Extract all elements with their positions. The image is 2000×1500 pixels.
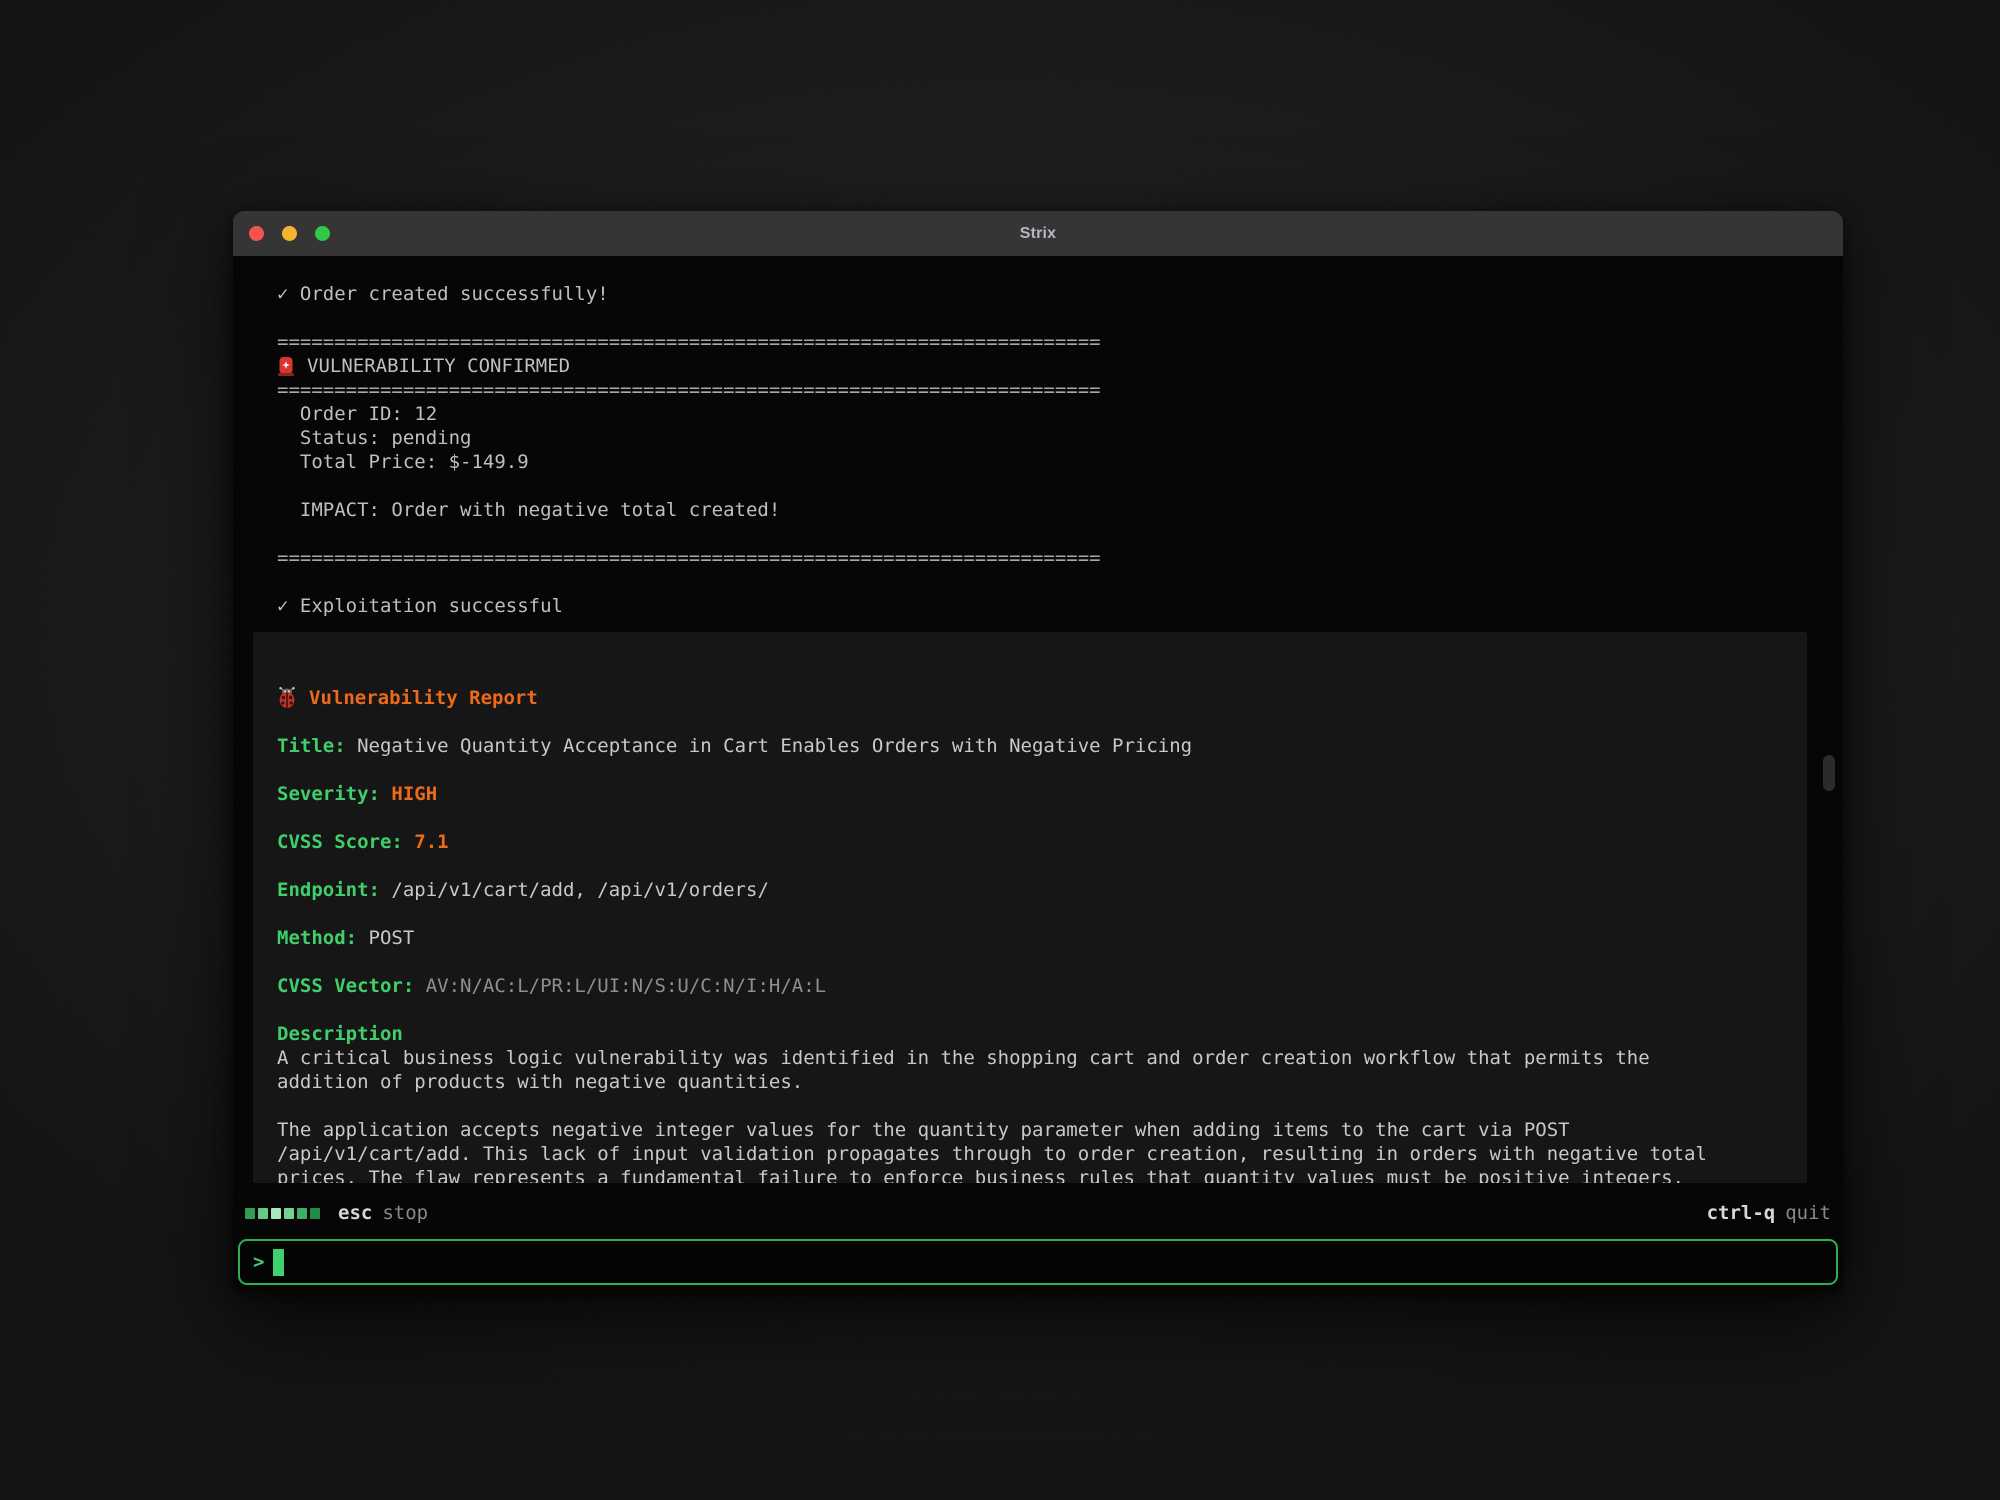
title-label: Title: — [277, 735, 346, 757]
description-paragraph-2: The application accepts negative integer… — [277, 1118, 1783, 1183]
total-price-line: Total Price: $-149.9 — [277, 450, 1843, 474]
report-field-severity: Severity: HIGH — [277, 782, 1783, 806]
window-controls — [249, 211, 330, 256]
report-header: Vulnerability Report — [277, 686, 1783, 710]
cvss-vector-label: CVSS Vector: — [277, 975, 414, 997]
title-value: Negative Quantity Acceptance in Cart Ena… — [346, 735, 1192, 757]
zoom-button[interactable] — [315, 226, 330, 241]
report-field-cvss-vector: CVSS Vector: AV:N/AC:L/PR:L/UI:N/S:U/C:N… — [277, 974, 1783, 998]
status-left: esc stop — [245, 1202, 428, 1224]
cvss-score-value: 7.1 — [403, 831, 449, 853]
cvss-vector-value: AV:N/AC:L/PR:L/UI:N/S:U/C:N/I:H/A:L — [414, 975, 826, 997]
separator-line: ========================================… — [277, 378, 1843, 402]
report-title: Vulnerability Report — [309, 686, 538, 710]
close-button[interactable] — [249, 226, 264, 241]
impact-line: IMPACT: Order with negative total create… — [277, 498, 1843, 522]
report-field-method: Method: POST — [277, 926, 1783, 950]
vulnerability-confirmed-text: VULNERABILITY CONFIRMED — [307, 354, 570, 378]
severity-badge: HIGH — [380, 783, 437, 805]
order-success-line: ✓ Order created successfully! — [277, 282, 1843, 306]
vulnerability-confirmed-line: VULNERABILITY CONFIRMED — [277, 354, 1843, 378]
severity-label: Severity: — [277, 783, 380, 805]
bug-icon — [277, 687, 297, 709]
order-id-line: Order ID: 12 — [277, 402, 1843, 426]
command-input[interactable]: > — [238, 1239, 1838, 1285]
vulnerability-report-panel: Vulnerability Report Title: Negative Qua… — [253, 632, 1807, 1183]
cvss-score-label: CVSS Score: — [277, 831, 403, 853]
report-field-endpoint: Endpoint: /api/v1/cart/add, /api/v1/orde… — [277, 878, 1783, 902]
activity-spinner-icon — [245, 1208, 320, 1219]
esc-action-label: stop — [382, 1202, 428, 1224]
method-label: Method: — [277, 927, 357, 949]
scrollbar-thumb[interactable] — [1823, 755, 1835, 791]
desktop-background: Strix ✓ Order created successfully! ====… — [0, 0, 2000, 1500]
exploitation-success-line: ✓ Exploitation successful — [277, 594, 1843, 618]
report-field-title: Title: Negative Quantity Acceptance in C… — [277, 734, 1783, 758]
report-field-cvss-score: CVSS Score: 7.1 — [277, 830, 1783, 854]
esc-key-hint: esc — [338, 1202, 372, 1224]
quit-key-hint: ctrl-q — [1707, 1202, 1776, 1224]
window-title: Strix — [1020, 225, 1057, 243]
terminal-output: ✓ Order created successfully! ==========… — [233, 256, 1843, 1183]
prompt-symbol: > — [253, 1251, 264, 1273]
order-status-line: Status: pending — [277, 426, 1843, 450]
description-paragraph-1: A critical business logic vulnerability … — [277, 1046, 1783, 1094]
text-cursor — [273, 1249, 284, 1276]
method-value: POST — [357, 927, 414, 949]
endpoint-label: Endpoint: — [277, 879, 380, 901]
siren-icon — [277, 356, 295, 377]
description-heading: Description — [277, 1022, 1783, 1046]
quit-action-label: quit — [1785, 1202, 1831, 1224]
minimize-button[interactable] — [282, 226, 297, 241]
status-bar: esc stop ctrl-q quit — [233, 1195, 1843, 1231]
window-titlebar: Strix — [233, 211, 1843, 256]
separator-line: ========================================… — [277, 330, 1843, 354]
endpoint-value: /api/v1/cart/add, /api/v1/orders/ — [380, 879, 769, 901]
terminal-window: Strix ✓ Order created successfully! ====… — [233, 211, 1843, 1292]
status-right: ctrl-q quit — [1707, 1202, 1831, 1224]
separator-line: ========================================… — [277, 546, 1843, 570]
